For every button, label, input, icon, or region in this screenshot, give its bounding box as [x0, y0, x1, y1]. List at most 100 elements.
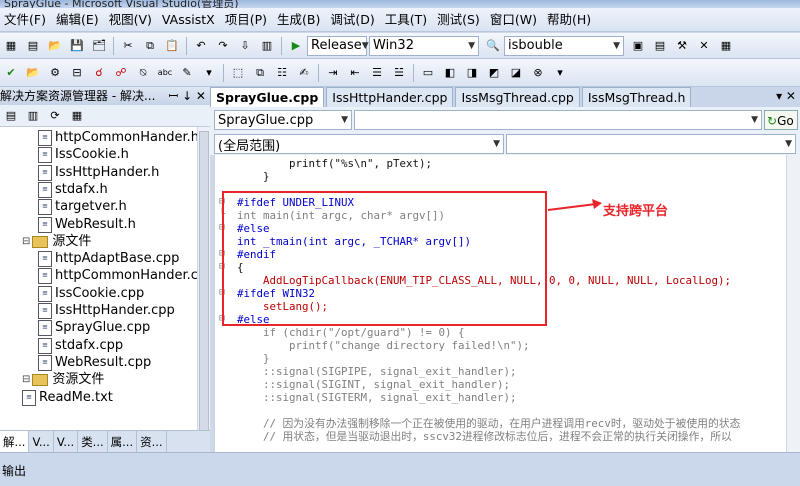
menu-item[interactable]: 项目(P) — [221, 8, 273, 32]
select-icon[interactable]: ⬚ — [230, 65, 246, 81]
tree-file[interactable]: ≡ httpCommonHander.h — [38, 129, 197, 147]
find-references-icon[interactable]: ☌ — [91, 65, 107, 81]
tree-file[interactable]: ≡ ReadMe.txt — [22, 389, 113, 407]
properties-icon[interactable]: ▤ — [652, 38, 668, 54]
copy-icon[interactable]: ⧉ — [142, 38, 158, 54]
spell-check-icon[interactable]: abc — [157, 65, 173, 81]
solution-tree-scrollbar[interactable] — [197, 127, 210, 431]
editor-scrollbar[interactable] — [786, 155, 800, 452]
cut-icon[interactable]: ✂ — [120, 38, 136, 54]
comment-icon[interactable]: ✍ — [296, 65, 312, 81]
tree-folder[interactable]: ⊟ 资源文件 — [22, 371, 104, 389]
redo-icon[interactable]: ↷ — [215, 38, 231, 54]
collapse-icon[interactable]: ⊟ — [22, 233, 30, 251]
tree-file[interactable]: ≡ stdafx.h — [38, 181, 108, 199]
bookmark-toggle-icon[interactable]: ▭ — [420, 65, 436, 81]
tree-file[interactable]: ≡ httpAdaptBase.cpp — [38, 250, 179, 268]
document-tab[interactable]: IssMsgThread.cpp — [455, 87, 580, 107]
rename-icon[interactable]: ☍ — [113, 65, 129, 81]
find-in-files-icon[interactable]: 🔍 — [485, 38, 501, 54]
bookmark-icon[interactable]: ▥ — [259, 38, 275, 54]
outdent-icon[interactable]: ⇤ — [347, 65, 363, 81]
bookmark-window-icon[interactable]: ▾ — [552, 65, 568, 81]
tree-folder[interactable]: ⊟ 源文件 — [22, 233, 91, 251]
panel-tab[interactable]: 解... — [0, 430, 30, 453]
bookmark-folder-prev-icon[interactable]: ◩ — [486, 65, 502, 81]
solution-config-combo[interactable]: Release ▼ — [307, 35, 369, 56]
tree-file[interactable]: ≡ SprayGlue.cpp — [38, 319, 150, 337]
menu-item[interactable]: 生成(B) — [273, 8, 326, 32]
menu-item[interactable]: 帮助(H) — [543, 8, 597, 32]
panel-tab[interactable]: 资... — [137, 430, 167, 453]
tree-file[interactable]: ≡ IssCookie.cpp — [38, 285, 144, 303]
symbol-combo[interactable]: ▼ — [354, 110, 762, 130]
scroll-thumb[interactable] — [199, 131, 209, 431]
view-code-icon[interactable]: ▦ — [69, 108, 85, 124]
file-combo[interactable]: SprayGlue.cpp ▼ — [214, 110, 352, 130]
reparse-icon[interactable]: ✎ — [179, 65, 195, 81]
collapse-icon[interactable]: ⊟ — [22, 371, 30, 389]
add-item-icon[interactable]: ▤ — [25, 38, 41, 54]
document-tab[interactable]: SprayGlue.cpp — [210, 87, 325, 107]
options-icon[interactable]: ▦ — [718, 38, 734, 54]
undo-icon[interactable]: ↶ — [193, 38, 209, 54]
checkmark-icon[interactable]: ✔ — [3, 65, 19, 81]
tree-file[interactable]: ≡httpCommonHander.cpp — [38, 267, 197, 285]
panel-tab[interactable]: V... — [29, 430, 54, 453]
save-icon[interactable]: 💾 — [69, 38, 85, 54]
menu-item[interactable]: 工具(T) — [381, 8, 433, 32]
save-all-icon[interactable]: 🗂 — [91, 38, 107, 54]
properties-small-icon[interactable]: ▥ — [25, 108, 41, 124]
tree-file[interactable]: ≡ WebResult.h — [38, 216, 136, 234]
tree-file[interactable]: ≡ targetver.h — [38, 198, 127, 216]
goto-icon[interactable]: ⍉ — [135, 65, 151, 81]
copy-format-icon[interactable]: ⧉ — [252, 65, 268, 81]
panel-tab[interactable]: 类... — [78, 430, 108, 453]
list-icon[interactable]: ☷ — [274, 65, 290, 81]
bookmark-prev-icon[interactable]: ◧ — [442, 65, 458, 81]
comment-selection-icon[interactable]: ☰ — [369, 65, 385, 81]
scope-combo[interactable]: (全局范围) ▼ — [214, 134, 504, 154]
output-panel-label[interactable]: 输出 — [2, 462, 26, 479]
document-tab[interactable]: IssMsgThread.h — [581, 87, 692, 107]
tools-icon[interactable]: ✕ — [696, 38, 712, 54]
refresh-icon[interactable]: ⟳ — [47, 108, 63, 124]
indent-icon[interactable]: ⇥ — [325, 65, 341, 81]
toolbar-options-icon[interactable]: ▾ — [201, 65, 217, 81]
show-all-files-icon[interactable]: ▤ — [3, 108, 19, 124]
menu-item[interactable]: 文件(F) — [0, 8, 52, 32]
list-methods-icon[interactable]: ⊟ — [69, 65, 85, 81]
tree-file[interactable]: ≡ IssHttpHander.h — [38, 164, 159, 182]
tree-file[interactable]: ≡ stdafx.cpp — [38, 337, 123, 355]
go-button[interactable]: ↻Go — [764, 110, 798, 130]
pin-close-icons[interactable]: ꟷ ↓ ✕ — [168, 87, 206, 105]
paste-icon[interactable]: 📋 — [164, 38, 180, 54]
tree-file[interactable]: ≡ WebResult.cpp — [38, 354, 151, 372]
find-symbol-icon[interactable]: ⚙ — [47, 65, 63, 81]
open-file-icon[interactable]: 📂 — [47, 38, 63, 54]
start-debug-icon[interactable]: ▶ — [288, 38, 304, 54]
menu-item[interactable]: 调试(D) — [326, 8, 380, 32]
menu-item[interactable]: 窗口(W) — [486, 8, 543, 32]
bookmark-next-icon[interactable]: ◨ — [464, 65, 480, 81]
tree-file[interactable]: ≡ IssHttpHander.cpp — [38, 302, 175, 320]
menu-item[interactable]: VAssistX — [158, 8, 221, 32]
solution-platform-combo[interactable]: Win32 ▼ — [369, 35, 479, 56]
panel-tab[interactable]: V... — [54, 430, 79, 453]
close-document-icon[interactable]: ▾ ✕ — [776, 89, 796, 103]
member-combo[interactable]: ▼ — [506, 134, 796, 154]
bookmark-folder-next-icon[interactable]: ◪ — [508, 65, 524, 81]
new-project-icon[interactable]: ▦ — [3, 38, 19, 54]
panel-tab[interactable]: 属... — [108, 430, 138, 453]
document-tab[interactable]: IssHttpHander.cpp — [326, 87, 454, 107]
tree-file[interactable]: ≡ IssCookie.h — [38, 146, 129, 164]
uncomment-selection-icon[interactable]: ☱ — [391, 65, 407, 81]
open-file-in-solution-icon[interactable]: 📂 — [25, 65, 41, 81]
find-combo[interactable]: isbouble ▼ — [504, 35, 624, 56]
menu-item[interactable]: 视图(V) — [105, 8, 158, 32]
toolbox-icon[interactable]: ⚒ — [674, 38, 690, 54]
bookmark-clear-icon[interactable]: ⊗ — [530, 65, 546, 81]
menu-item[interactable]: 测试(S) — [433, 8, 486, 32]
navigate-icon[interactable]: ⇩ — [237, 38, 253, 54]
solution-explorer-icon[interactable]: ▣ — [630, 38, 646, 54]
